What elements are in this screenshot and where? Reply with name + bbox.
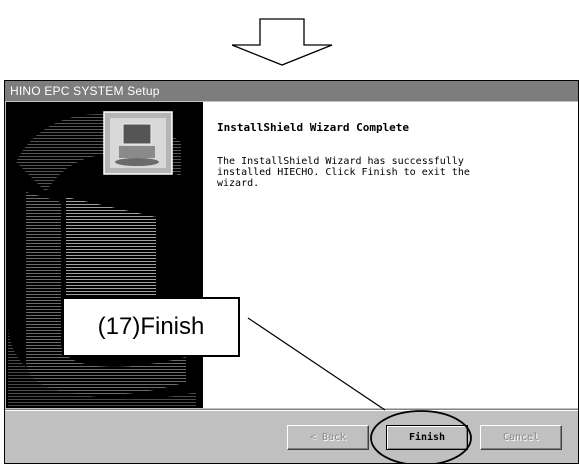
pointer-line [247, 317, 386, 411]
finish-highlight-circle [370, 410, 472, 464]
annotation-callout: (17)Finish [62, 297, 240, 357]
annotation-overlay [247, 317, 472, 464]
